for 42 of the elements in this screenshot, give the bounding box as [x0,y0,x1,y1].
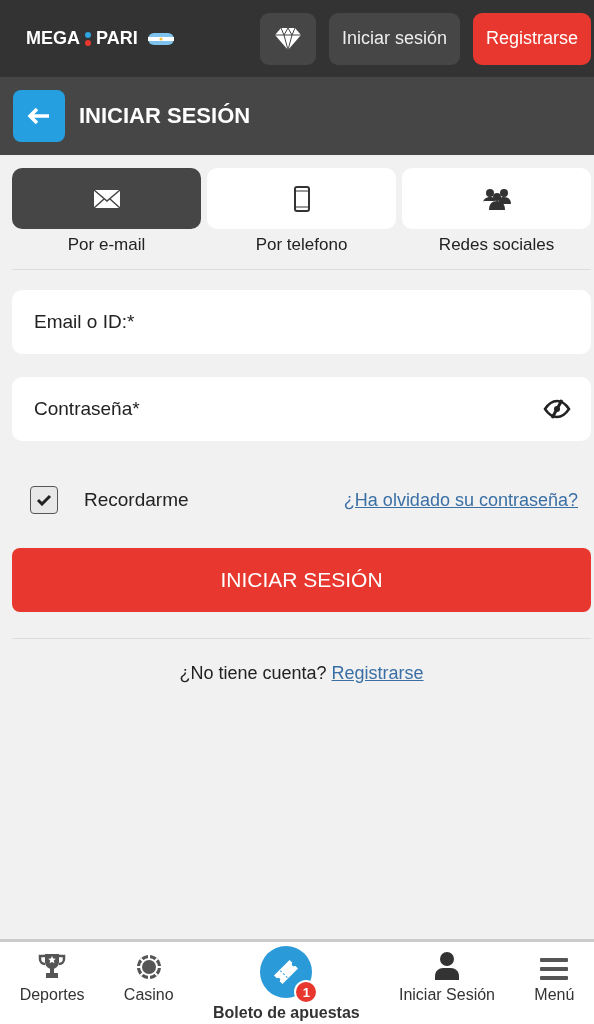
people-icon [482,187,511,210]
nav-item[interactable]: Iniciar Sesión [398,952,495,1022]
back-button[interactable] [13,90,65,142]
count-badge: 1 [294,980,319,1004]
signup-prompt: ¿No tiene cuenta? [179,663,327,684]
phone-icon [293,185,310,212]
email-box[interactable]: Email o ID:* [12,290,591,354]
nav-item[interactable]: Casino [123,954,174,1022]
forgot-password-link[interactable]: ¿Ha olvidado su contraseña? [343,489,578,511]
logo-dots-icon [84,30,92,47]
remember-label: Recordarme [84,489,189,511]
tab-label: Por telefono [255,235,348,255]
page-title: INICIAR SESIÓN [79,103,251,129]
user-icon [434,952,460,980]
tab-label: Por e-mail [67,235,146,255]
login-button[interactable]: Iniciar sesión [328,12,460,65]
password-box[interactable]: Contraseña* [12,377,591,441]
nav-item[interactable]: Deportes [19,952,85,1022]
remember-checkbox[interactable] [30,486,58,514]
hidden-eye-icon[interactable] [543,399,571,419]
password-field[interactable]: Contraseña* [32,397,543,421]
back-arrow-icon [27,107,51,125]
tab-label: Redes sociales [438,235,555,255]
register-link[interactable]: Registrarse [331,663,424,684]
nav-item[interactable]: Menú [534,958,575,1022]
checkmark-icon [36,494,52,506]
diamond-icon [273,26,302,51]
nav-item[interactable]: 1 Boleto de apuestas [212,946,360,1022]
login-submit-button[interactable]: INICIAR SESIÓN [12,548,591,612]
diamond-button[interactable] [259,12,316,65]
login-method-tab[interactable] [12,168,201,229]
register-button[interactable]: Registrarse [472,12,591,65]
flag-icon [147,32,174,45]
ticket-icon [272,958,301,986]
email-field[interactable]: Email o ID:* [32,310,571,334]
logo-text: PARI [96,28,138,49]
menu-icon [540,958,569,980]
login-method-tab[interactable] [402,168,591,229]
logo-text: MEGA [26,28,80,49]
casino-chip-icon [135,954,162,980]
envelope-icon [92,188,121,209]
trophy-icon [38,952,67,980]
